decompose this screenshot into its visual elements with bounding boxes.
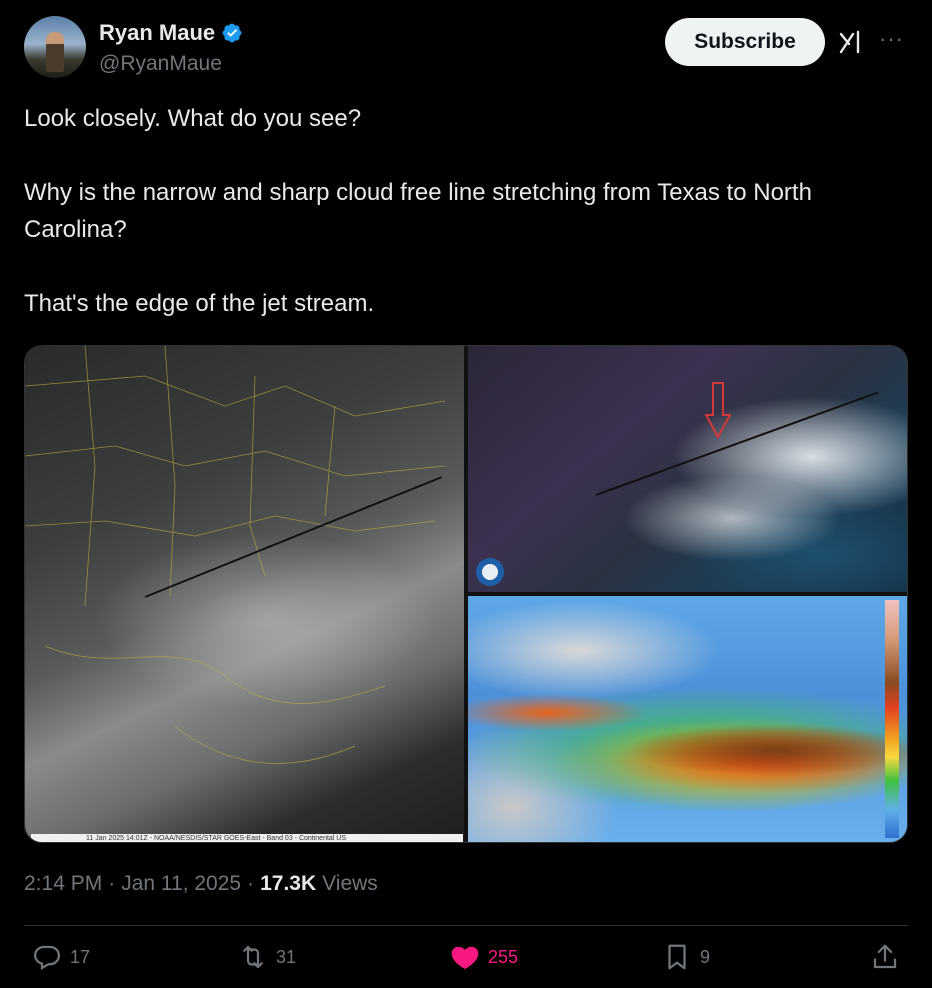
- subscribe-button[interactable]: Subscribe: [665, 18, 825, 66]
- bookmark-count: 9: [700, 946, 711, 967]
- tweet-paragraph: That's the edge of the jet stream.: [24, 290, 375, 317]
- satellite-visible-image[interactable]: 11 Jan 2025 14:01Z - NOAA/NESDIS/STAR GO…: [25, 346, 464, 842]
- grok-icon[interactable]: [837, 28, 865, 56]
- tweet-paragraph: Look closely. What do you see?: [24, 105, 362, 132]
- share-button[interactable]: [870, 942, 900, 972]
- more-options-icon[interactable]: ···: [879, 26, 904, 52]
- author-name[interactable]: Ryan Maue: [99, 20, 215, 46]
- meta-separator: ·: [108, 872, 116, 895]
- reply-count: 17: [70, 946, 91, 967]
- tweet-header: Ryan Maue @RyanMaue Subscribe ···: [24, 16, 908, 80]
- like-button[interactable]: 255: [450, 942, 518, 972]
- reply-button[interactable]: 17: [32, 942, 90, 972]
- wind-speed-color-scale: [885, 600, 899, 838]
- bookmark-button[interactable]: 9: [662, 942, 710, 972]
- action-bar: 17 31 255 9: [24, 942, 908, 982]
- avatar-photo: [46, 32, 64, 72]
- tweet-time[interactable]: 2:14 PM: [24, 872, 102, 896]
- down-arrow-icon: [705, 382, 731, 439]
- tweet-meta: 2:14 PM · Jan 11, 2025 · 17.3K Views: [24, 872, 378, 896]
- media-grid: 11 Jan 2025 14:01Z - NOAA/NESDIS/STAR GO…: [24, 345, 908, 843]
- repost-button[interactable]: 31: [238, 942, 296, 972]
- meta-separator: ·: [247, 872, 255, 895]
- divider: [24, 925, 908, 926]
- views-count: 17.3K: [260, 872, 317, 895]
- tweet-paragraph: [24, 137, 904, 174]
- satellite-night-image[interactable]: [468, 346, 907, 592]
- jet-stream-wind-map[interactable]: [468, 596, 907, 842]
- tweet-paragraph: Why is the narrow and sharp cloud free l…: [24, 179, 812, 243]
- author-name-row: Ryan Maue: [99, 20, 243, 46]
- noaa-logo-icon: [476, 558, 504, 586]
- verified-badge-icon: [222, 23, 242, 43]
- share-icon: [873, 944, 897, 969]
- heart-icon: [451, 946, 479, 969]
- image-caption: 11 Jan 2025 14:01Z - NOAA/NESDIS/STAR GO…: [31, 834, 463, 842]
- author-handle[interactable]: @RyanMaue: [99, 52, 222, 76]
- jet-stream-line: [595, 391, 879, 496]
- tweet-date[interactable]: Jan 11, 2025: [121, 872, 241, 896]
- like-count: 255: [488, 946, 519, 967]
- tweet-paragraph: [24, 248, 904, 285]
- avatar[interactable]: [24, 16, 86, 78]
- bookmark-icon: [668, 944, 686, 970]
- tweet-text: Look closely. What do you see? Why is th…: [24, 100, 904, 322]
- repost-icon: [243, 945, 263, 969]
- state-borders-overlay: [25, 346, 446, 764]
- reply-icon: [33, 945, 61, 970]
- views-label: Views: [322, 872, 378, 895]
- repost-count: 31: [276, 946, 297, 967]
